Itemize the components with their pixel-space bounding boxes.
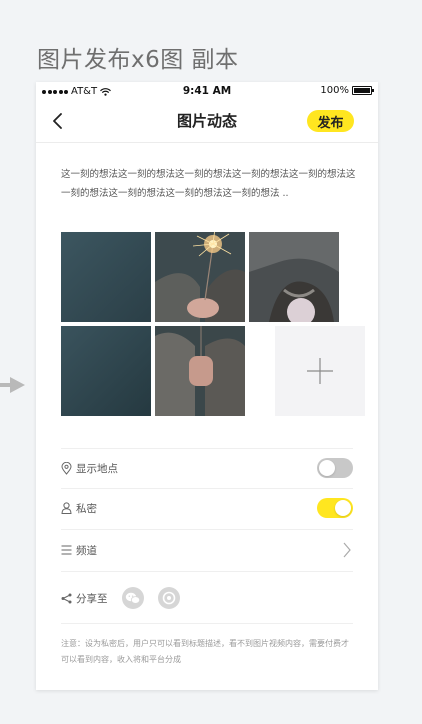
private-notice: 注意：设为私密后，用户只可以看到标题描述，看不到图片视频内容，需要付费才可以看到… xyxy=(61,639,349,664)
share-row: 分享至 xyxy=(61,578,353,618)
row-divider xyxy=(61,623,353,624)
battery-percent: 100% xyxy=(320,85,349,96)
row-divider xyxy=(61,571,353,572)
nav-divider xyxy=(36,142,378,143)
photo-thumbnail[interactable] xyxy=(61,326,151,416)
chevron-right-icon xyxy=(343,542,351,558)
moments-icon[interactable] xyxy=(157,586,181,610)
private-row: 私密 xyxy=(61,488,353,528)
photo-thumbnail[interactable] xyxy=(61,232,151,322)
channel-label: 频道 xyxy=(76,544,97,557)
flow-arrow-icon xyxy=(0,377,25,393)
battery-icon xyxy=(352,86,374,95)
artboard-title: 图片发布x6图 副本 xyxy=(37,47,239,73)
plus-icon xyxy=(307,358,333,384)
private-label: 私密 xyxy=(76,502,97,515)
wechat-icon[interactable] xyxy=(121,586,145,610)
phone-screen: AT&T 9:41 AM 100% 图片动态 发布 这一刻的想法这一刻的想法这一… xyxy=(36,82,378,690)
photo-thumbnail[interactable] xyxy=(249,232,339,322)
location-pin-icon xyxy=(61,461,72,475)
private-toggle[interactable] xyxy=(317,498,353,518)
add-photo-button[interactable] xyxy=(275,326,365,416)
location-toggle[interactable] xyxy=(317,458,353,478)
photo-thumbnail[interactable] xyxy=(155,232,245,322)
location-label: 显示地点 xyxy=(76,462,118,475)
photo-grid xyxy=(61,232,365,416)
nav-bar: 图片动态 发布 xyxy=(36,102,378,142)
photo-thumbnail[interactable] xyxy=(155,326,245,416)
location-row: 显示地点 xyxy=(61,448,353,488)
user-icon xyxy=(61,502,72,514)
menu-list-icon xyxy=(61,545,72,555)
share-label: 分享至 xyxy=(76,592,108,605)
publish-button[interactable]: 发布 xyxy=(307,110,354,132)
channel-row[interactable]: 频道 xyxy=(61,530,353,570)
post-text[interactable]: 这一刻的想法这一刻的想法这一刻的想法这一刻的想法这一刻的想法这一刻的想法这一刻的… xyxy=(61,165,357,203)
status-bar: AT&T 9:41 AM 100% xyxy=(36,82,378,102)
share-icon xyxy=(61,593,72,603)
